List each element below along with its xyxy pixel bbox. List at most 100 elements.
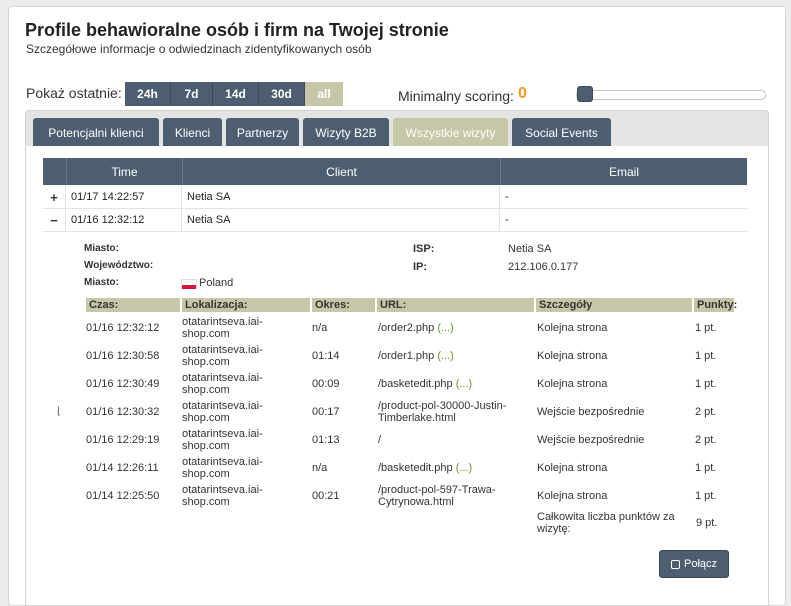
visit-time: 01/16 12:30:32: [86, 398, 180, 426]
visit-url-text[interactable]: /product-pol-597-Trawa-Cytrynowa.html: [378, 484, 518, 508]
visit-url: /basketedit.php (...): [378, 454, 518, 482]
url-more-link[interactable]: (...): [437, 350, 454, 362]
visit-time: 01/16 12:29:19: [86, 426, 180, 454]
visit-period: 00:17: [312, 398, 372, 426]
tabs-bar: Potencjalni klienci Klienci Partnerzy Wi…: [25, 110, 769, 147]
visit-details-text: Kolejna strona: [537, 370, 687, 398]
visit-points-text: 1 pt.: [695, 350, 717, 362]
ip-label: IP:: [413, 261, 428, 273]
range-30d-button[interactable]: 30d: [259, 82, 305, 106]
visit-time-text: 01/16 12:30:49: [86, 378, 160, 390]
visit-location: otatarintseva.iai-shop.com: [182, 398, 272, 426]
connect-button-label: Połącz: [683, 558, 718, 570]
visit-url-text[interactable]: /: [378, 434, 381, 446]
range-7d-button[interactable]: 7d: [171, 82, 213, 106]
city-label: Miasto:: [84, 243, 119, 254]
visit-url-text[interactable]: /order1.php: [378, 350, 434, 362]
visit-time-text: 01/16 12:30:32: [86, 406, 160, 418]
visit-location-text: otatarintseva.iai-shop.com: [182, 372, 263, 396]
isp-value: Netia SA: [508, 243, 552, 255]
visit-details-text: Kolejna strona: [537, 314, 687, 342]
visit-location: otatarintseva.iai-shop.com: [182, 342, 272, 370]
visit-period: 00:09: [312, 370, 372, 398]
country-label: Miasto:: [84, 277, 119, 288]
visits-header-time: Czas:: [86, 298, 180, 312]
visit-location-text: otatarintseva.iai-shop.com: [182, 344, 263, 368]
visit-details-text-text: Kolejna strona: [537, 378, 608, 390]
resize-corner-icon: ⌊: [57, 406, 61, 417]
isp-label: ISP:: [413, 243, 435, 255]
url-more-link[interactable]: (...): [437, 322, 454, 334]
visit-url-text[interactable]: /product-pol-30000-Justin-Timberlake.htm…: [378, 400, 518, 424]
url-more-link[interactable]: (...): [456, 462, 473, 474]
poland-flag-icon: [181, 279, 197, 289]
visit-details-text-text: Wejście bezpośrednie: [537, 434, 645, 446]
total-points-value: 9 pt.: [696, 517, 718, 529]
visits-header-details: Szczegóły: [536, 298, 692, 312]
visit-url-text[interactable]: /basketedit.php: [378, 378, 453, 390]
visit-details-text-text: Kolejna strona: [537, 490, 608, 502]
visit-details-text: Kolejna strona: [537, 482, 687, 510]
tab-all-visits[interactable]: Wszystkie wizyty: [393, 118, 508, 147]
tab-partners[interactable]: Partnerzy: [226, 118, 299, 147]
visit-points: 1 pt.: [695, 342, 735, 370]
range-selector: 24h 7d 14d 30d all: [125, 82, 343, 106]
visit-points-text: 2 pt.: [695, 406, 717, 418]
tab-potential-clients[interactable]: Potencjalni klienci: [33, 118, 159, 147]
visit-time-text: 01/16 12:30:58: [86, 350, 160, 362]
visit-period-text: 01:13: [312, 434, 340, 446]
main-panel: Profile behawioralne osób i firm na Twoj…: [8, 6, 786, 606]
visit-location-text: otatarintseva.iai-shop.com: [182, 400, 263, 424]
range-24h-button[interactable]: 24h: [125, 82, 171, 106]
visit-row: 01/16 12:30:58 otatarintseva.iai-shop.com…: [86, 342, 746, 370]
country-value: Poland: [199, 277, 234, 289]
visit-details-text-text: Kolejna strona: [537, 322, 608, 334]
visit-details-text: Kolejna strona: [537, 454, 687, 482]
visit-points-text: 1 pt.: [695, 462, 717, 474]
visit-period-text: n/a: [312, 322, 328, 334]
visit-location: otatarintseva.iai-shop.com: [182, 426, 272, 454]
visit-location: otatarintseva.iai-shop.com: [182, 482, 272, 510]
visit-url: /product-pol-30000-Justin-Timberlake.htm…: [378, 398, 518, 426]
url-more-link[interactable]: (...): [456, 378, 473, 390]
visit-location-text: otatarintseva.iai-shop.com: [182, 316, 263, 340]
visit-period-text: n/a: [312, 462, 328, 474]
scoring-slider-track[interactable]: [576, 90, 766, 100]
visit-period-text: 00:17: [312, 406, 340, 418]
visit-time: 01/14 12:25:50: [86, 482, 180, 510]
visit-time: 01/14 12:26:11: [86, 454, 180, 482]
visit-points-text: 1 pt.: [695, 490, 717, 502]
visit-row: 01/16 12:30:32 otatarintseva.iai-shop.com…: [86, 398, 746, 426]
visit-row: 01/14 12:25:50 otatarintseva.iai-shop.com…: [86, 482, 746, 510]
scoring-slider-handle[interactable]: [577, 86, 593, 102]
tab-social-events[interactable]: Social Events: [512, 118, 611, 147]
visit-row: 01/16 12:29:19 otatarintseva.iai-shop.com…: [86, 426, 746, 454]
visit-url-text[interactable]: /basketedit.php: [378, 462, 453, 474]
visit-row: 01/16 12:30:49 otatarintseva.iai-shop.com…: [86, 370, 746, 398]
connect-button[interactable]: Połącz: [659, 550, 729, 578]
visit-url: /order1.php (...): [378, 342, 518, 370]
visit-details-text: Kolejna strona: [537, 342, 687, 370]
visits-header-location: Lokalizacja:: [182, 298, 310, 312]
visit-details: Miasto: Województwo: Miasto: Poland ISP:…: [26, 146, 737, 606]
visit-time-text: 01/14 12:25:50: [86, 490, 160, 502]
tab-content: Time Client Email + 01/17 14:22:57 Netia…: [25, 146, 769, 606]
visit-points: 1 pt.: [695, 454, 735, 482]
range-14d-button[interactable]: 14d: [213, 82, 259, 106]
visit-url: /: [378, 426, 518, 454]
visit-points: 1 pt.: [695, 482, 735, 510]
page-subtitle: Szczegółowe informacje o odwiedzinach zi…: [26, 42, 372, 56]
visit-points: 1 pt.: [695, 370, 735, 398]
visit-location: otatarintseva.iai-shop.com: [182, 370, 272, 398]
ip-value: 212.106.0.177: [508, 261, 579, 273]
visit-period: n/a: [312, 314, 372, 342]
visit-period: 01:14: [312, 342, 372, 370]
range-all-button[interactable]: all: [305, 82, 343, 106]
visit-period: 01:13: [312, 426, 372, 454]
tab-b2b-visits[interactable]: Wizyty B2B: [303, 118, 389, 147]
visit-points-text: 2 pt.: [695, 434, 717, 446]
tab-clients[interactable]: Klienci: [163, 118, 222, 147]
scoring-value: 0: [518, 85, 527, 102]
visit-url-text[interactable]: /order2.php: [378, 322, 434, 334]
visits-header-points: Punkty:: [694, 298, 737, 312]
